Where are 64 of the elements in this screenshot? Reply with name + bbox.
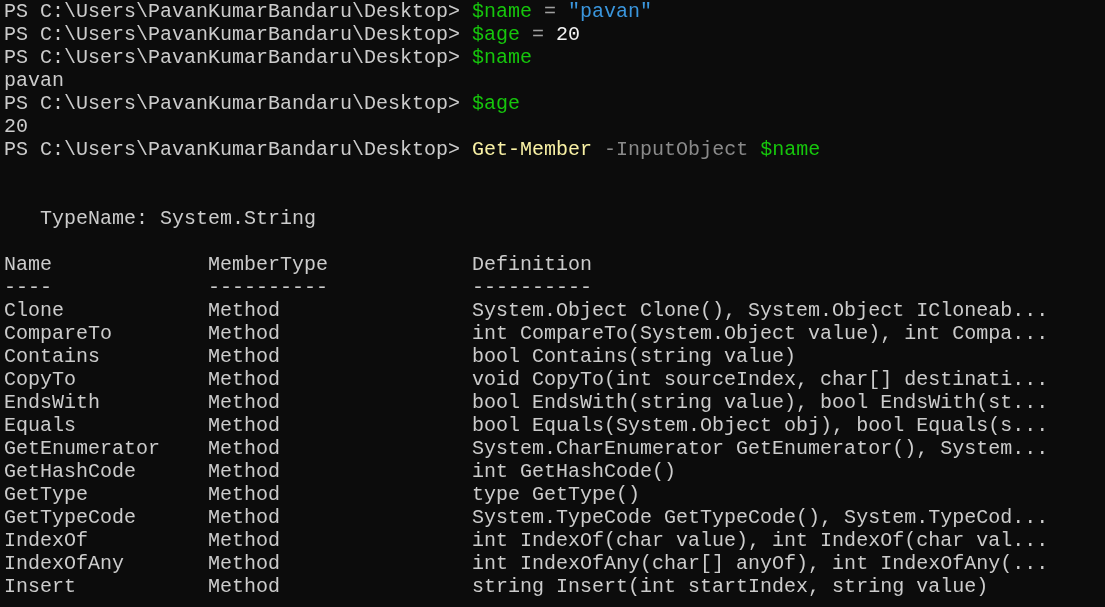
variable-text: $name: [472, 46, 533, 69]
table-cell: Method: [208, 552, 281, 575]
prompt-text: PS C:\Users\PavanKumarBandaru\Desktop>: [4, 92, 461, 115]
variable-text: $age: [472, 92, 521, 115]
table-cell: IndexOf: [4, 529, 88, 552]
table-cell: CopyTo: [4, 368, 76, 391]
prompt-text: PS C:\Users\PavanKumarBandaru\Desktop>: [4, 0, 461, 23]
table-cell: Method: [208, 506, 281, 529]
table-cell: Clone: [4, 299, 64, 322]
table-cell: int CompareTo(System.Object value), int Compa...: [472, 322, 1049, 345]
table-cell: Method: [208, 483, 281, 506]
table-cell: GetHashCode: [4, 460, 137, 483]
table-cell: Method: [208, 345, 281, 368]
table-cell: CompareTo: [4, 322, 113, 345]
string-text: "pavan": [568, 0, 653, 23]
table-cell: System.Object Clone(), System.Object ICloneab...: [472, 299, 1049, 322]
operator-text: =: [544, 0, 557, 23]
header-rule: ----: [4, 276, 52, 299]
table-cell: EndsWith: [4, 391, 100, 414]
parameter-text: -InputObject: [604, 138, 749, 161]
variable-text: $name: [472, 0, 533, 23]
table-cell: bool Equals(System.Object obj), bool Equals(s...: [472, 414, 1049, 437]
table-cell: Method: [208, 437, 281, 460]
table-cell: System.TypeCode GetTypeCode(), System.TypeCod...: [472, 506, 1049, 529]
prompt-text: PS C:\Users\PavanKumarBandaru\Desktop>: [4, 138, 461, 161]
header-rule: ----------: [472, 276, 593, 299]
type-name-text: TypeName: System.String: [40, 207, 317, 230]
number-text: 20: [556, 23, 581, 46]
column-header: MemberType: [208, 253, 329, 276]
output-text: pavan: [4, 69, 64, 92]
table-cell: bool EndsWith(string value), bool EndsWith(st...: [472, 391, 1049, 414]
table-cell: int GetHashCode(): [472, 460, 677, 483]
output-text: 20: [4, 115, 28, 138]
table-cell: Method: [208, 322, 281, 345]
header-rule: ----------: [208, 276, 329, 299]
table-cell: type GetType(): [472, 483, 641, 506]
table-cell: GetTypeCode: [4, 506, 137, 529]
prompt-text: PS C:\Users\PavanKumarBandaru\Desktop>: [4, 46, 461, 69]
cmdlet-text: Get-Member: [472, 138, 593, 161]
variable-text: $name: [760, 138, 821, 161]
table-cell: Method: [208, 391, 281, 414]
prompt-text: PS C:\Users\PavanKumarBandaru\Desktop>: [4, 23, 461, 46]
table-cell: GetEnumerator: [4, 437, 161, 460]
table-cell: Insert: [4, 575, 76, 598]
column-header: Name: [4, 253, 52, 276]
table-cell: int IndexOf(char value), int IndexOf(char val...: [472, 529, 1049, 552]
table-cell: Method: [208, 460, 281, 483]
table-cell: IndexOfAny: [4, 552, 125, 575]
table-cell: Method: [208, 368, 281, 391]
table-cell: bool Contains(string value): [472, 345, 797, 368]
table-cell: Method: [208, 414, 281, 437]
table-cell: GetType: [4, 483, 88, 506]
table-cell: string Insert(int startIndex, string value): [472, 575, 989, 598]
table-cell: void CopyTo(int sourceIndex, char[] destinati...: [472, 368, 1049, 391]
column-header: Definition: [472, 253, 593, 276]
table-cell: int IndexOfAny(char[] anyOf), int IndexOfAny(...: [472, 552, 1049, 575]
table-cell: Method: [208, 575, 281, 598]
variable-text: $age: [472, 23, 521, 46]
table-cell: Method: [208, 299, 281, 322]
table-cell: Equals: [4, 414, 76, 437]
operator-text: =: [532, 23, 545, 46]
table-cell: Method: [208, 529, 281, 552]
table-cell: Contains: [4, 345, 100, 368]
table-cell: System.CharEnumerator GetEnumerator(), System...: [472, 437, 1049, 460]
